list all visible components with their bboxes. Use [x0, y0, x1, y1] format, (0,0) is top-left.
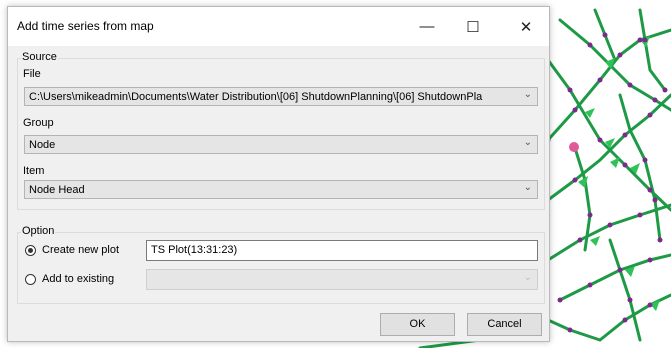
- create-new-plot-radio[interactable]: [25, 245, 36, 256]
- group-value: Node: [29, 139, 56, 151]
- selected-node-marker: [569, 142, 579, 152]
- ok-button[interactable]: OK: [380, 313, 455, 336]
- close-button[interactable]: ✕: [503, 7, 549, 46]
- add-to-existing-radio[interactable]: [25, 274, 36, 285]
- item-value: Node Head: [29, 184, 85, 196]
- add-to-existing-label[interactable]: Add to existing: [42, 273, 114, 285]
- chevron-down-icon: ⌄: [523, 137, 532, 148]
- maximize-button[interactable]: ☐: [450, 7, 496, 46]
- plot-name-input[interactable]: TS Plot(13:31:23): [146, 240, 538, 261]
- cancel-button[interactable]: Cancel: [467, 313, 542, 336]
- minimize-button[interactable]: —: [404, 7, 450, 46]
- file-value: C:\Users\mikeadmin\Documents\Water Distr…: [29, 91, 483, 103]
- chevron-down-icon: ⌄: [523, 89, 532, 100]
- option-legend: Option: [21, 225, 56, 237]
- chevron-down-icon: ⌄: [523, 182, 532, 193]
- group-label: Group: [23, 117, 54, 129]
- source-legend: Source: [21, 51, 58, 63]
- file-label: File: [23, 68, 41, 80]
- item-label: Item: [23, 165, 45, 177]
- file-select[interactable]: C:\Users\mikeadmin\Documents\Water Distr…: [24, 87, 538, 106]
- chevron-down-icon: ⌄: [523, 272, 532, 283]
- title-bar[interactable]: Add time series from map — ☐ ✕: [8, 7, 549, 46]
- existing-plot-select[interactable]: ⌄: [146, 269, 538, 290]
- group-select[interactable]: Node ⌄: [24, 135, 538, 154]
- add-time-series-dialog: Add time series from map — ☐ ✕ Source Fi…: [7, 6, 550, 342]
- item-select[interactable]: Node Head ⌄: [24, 180, 538, 199]
- create-new-plot-label[interactable]: Create new plot: [42, 244, 119, 256]
- minimize-icon: —: [419, 18, 435, 35]
- dialog-title: Add time series from map: [17, 19, 154, 33]
- close-icon: ✕: [519, 18, 533, 36]
- maximize-icon: ☐: [466, 18, 480, 36]
